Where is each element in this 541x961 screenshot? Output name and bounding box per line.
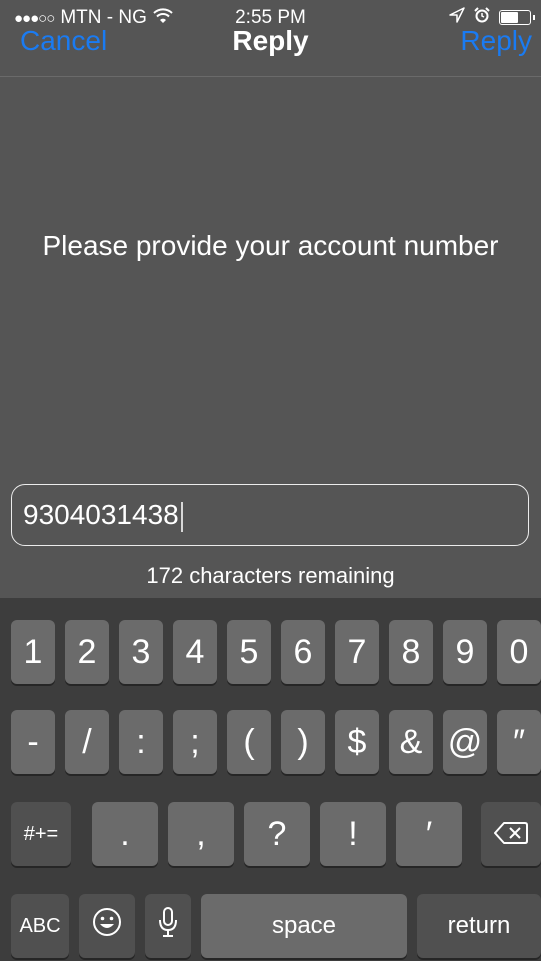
- dictation-key[interactable]: [145, 894, 191, 958]
- key-ampersand[interactable]: &: [389, 710, 433, 774]
- key-4[interactable]: 4: [173, 620, 217, 684]
- key-exclamation[interactable]: !: [320, 802, 386, 866]
- key-dollar[interactable]: $: [335, 710, 379, 774]
- key-open-paren[interactable]: (: [227, 710, 271, 774]
- return-key[interactable]: return: [417, 894, 541, 958]
- reply-text-value: 9304031438: [23, 499, 179, 530]
- microphone-icon: [157, 906, 179, 947]
- keyboard: 1 2 3 4 5 6 7 8 9 0 - / : ; ( ) $ & @ ″ …: [0, 598, 541, 961]
- text-cursor: [180, 501, 183, 532]
- key-8[interactable]: 8: [389, 620, 433, 684]
- key-close-paren[interactable]: ): [281, 710, 325, 774]
- key-0[interactable]: 0: [497, 620, 541, 684]
- key-double-quote[interactable]: ″: [497, 710, 541, 774]
- symbols-mode-key[interactable]: #+=: [11, 802, 71, 866]
- reply-text-field[interactable]: 9304031438: [11, 484, 529, 546]
- reply-button[interactable]: Reply: [460, 25, 532, 57]
- delete-key[interactable]: [481, 802, 541, 866]
- abc-key[interactable]: ABC: [11, 894, 69, 958]
- key-5[interactable]: 5: [227, 620, 271, 684]
- key-1[interactable]: 1: [11, 620, 55, 684]
- key-hyphen[interactable]: -: [11, 710, 55, 774]
- navigation-bar: Cancel Reply Reply: [0, 22, 541, 74]
- backspace-icon: [494, 815, 528, 854]
- key-3[interactable]: 3: [119, 620, 163, 684]
- key-comma[interactable]: ,: [168, 802, 234, 866]
- message-prompt: Please provide your account number: [42, 230, 499, 261]
- key-at[interactable]: @: [443, 710, 487, 774]
- key-semicolon[interactable]: ;: [173, 710, 217, 774]
- space-key[interactable]: space: [201, 894, 407, 958]
- emoji-smiley-icon: [92, 907, 122, 946]
- key-apostrophe[interactable]: ′: [396, 802, 462, 866]
- key-9[interactable]: 9: [443, 620, 487, 684]
- key-colon[interactable]: :: [119, 710, 163, 774]
- nav-divider: [0, 76, 541, 77]
- key-period[interactable]: .: [92, 802, 158, 866]
- key-slash[interactable]: /: [65, 710, 109, 774]
- emoji-key[interactable]: [79, 894, 135, 958]
- key-6[interactable]: 6: [281, 620, 325, 684]
- key-2[interactable]: 2: [65, 620, 109, 684]
- key-7[interactable]: 7: [335, 620, 379, 684]
- key-question[interactable]: ?: [244, 802, 310, 866]
- characters-remaining: 172 characters remaining: [146, 563, 395, 588]
